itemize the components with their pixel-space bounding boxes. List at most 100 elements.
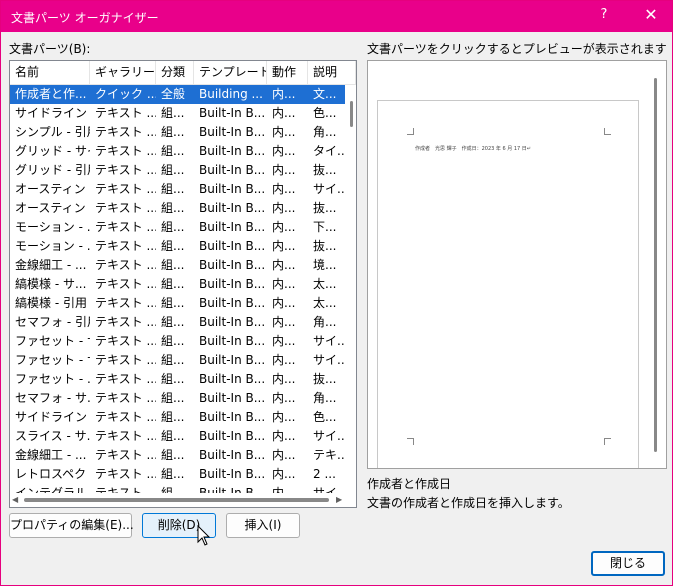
list-rows: 作成者と作... クイック ... 全般 Building ... 内... 文... サイ…	[10, 85, 345, 493]
list-row[interactable]: スライス - サ... テキスト ... 組... Built-In B... 内...…	[10, 427, 345, 446]
cell-name: レトロスペクト...	[15, 467, 90, 481]
cell-description: タイ...	[313, 144, 345, 158]
list-row[interactable]: レトロスペクト... テキスト ... 組... Built-In B... 内... 2…	[10, 465, 345, 484]
cell-behavior: 内...	[272, 467, 296, 481]
list-row[interactable]: セマフォ - サ... テキスト ... 組... Built-In B... 内...…	[10, 389, 345, 408]
cell-category: 組...	[161, 106, 185, 120]
list-row[interactable]: サイドライン -... テキスト ... 組... Built-In B... 内...…	[10, 104, 345, 123]
cell-category: 組...	[161, 201, 185, 215]
cell-category: 組...	[161, 315, 185, 329]
cell-gallery: テキスト ...	[95, 277, 156, 291]
list-row[interactable]: サイドライン -... テキスト ... 組... Built-In B... 内...…	[10, 408, 345, 427]
list-row[interactable]: ファセット - ... テキスト ... 組... Built-In B... 内...…	[10, 370, 345, 389]
cell-gallery: テキスト ...	[95, 467, 156, 481]
cell-category: 組...	[161, 486, 185, 493]
cell-gallery: テキスト ...	[95, 391, 156, 405]
column-header-template[interactable]: テンプレート	[194, 61, 267, 85]
list-header: 名前 ギャラリー 分類 テンプレート 動作 説明	[10, 61, 356, 85]
title-bar[interactable]: 文書パーツ オーガナイザー ? ✕	[1, 1, 672, 32]
close-icon[interactable]: ✕	[637, 5, 665, 27]
cell-gallery: テキスト ...	[95, 334, 156, 348]
list-row[interactable]: モーション - ... テキスト ... 組... Built-In B... 内...…	[10, 218, 345, 237]
cell-template: Built-In B...	[199, 448, 266, 462]
cell-description: 色...	[313, 410, 337, 424]
scroll-left-icon[interactable]: ◀	[12, 495, 18, 504]
cell-name: ファセット - サ...	[15, 334, 90, 348]
cell-category: 組...	[161, 410, 185, 424]
vertical-scroll-thumb[interactable]	[350, 101, 353, 127]
cell-template: Built-In B...	[199, 277, 266, 291]
cell-name: モーション - ...	[15, 220, 90, 234]
list-row[interactable]: 作成者と作... クイック ... 全般 Building ... 内... 文...	[10, 85, 345, 104]
column-header-behavior[interactable]: 動作	[267, 61, 308, 85]
cell-template: Built-In B...	[199, 163, 266, 177]
organizer-dialog: 文書パーツ オーガナイザー ? ✕ 文書パーツ(B): 文書パーツをクリックする…	[0, 0, 673, 586]
cell-gallery: テキスト ...	[95, 410, 156, 424]
cell-category: 組...	[161, 296, 185, 310]
cell-template: Built-In B...	[199, 353, 266, 367]
cell-category: 組...	[161, 144, 185, 158]
column-header-name[interactable]: 名前	[10, 61, 90, 85]
cell-template: Built-In B...	[199, 486, 266, 493]
cell-gallery: テキスト ...	[95, 239, 156, 253]
list-row[interactable]: ファセット - サ... テキスト ... 組... Built-In B... 内..…	[10, 351, 345, 370]
cell-description: 角...	[313, 391, 337, 405]
close-button[interactable]: 閉じる	[591, 551, 665, 576]
list-row[interactable]: 金線細工 - ... テキスト ... 組... Built-In B... 内... 境…	[10, 256, 345, 275]
scroll-right-icon[interactable]: ▶	[336, 495, 342, 504]
column-header-description[interactable]: 説明	[308, 61, 356, 85]
cell-behavior: 内...	[272, 201, 296, 215]
list-row[interactable]: ファセット - サ... テキスト ... 組... Built-In B... 内..…	[10, 332, 345, 351]
cell-category: 組...	[161, 258, 185, 272]
cell-category: 組...	[161, 163, 185, 177]
cell-name: セマフォ - 引用	[15, 315, 90, 329]
cell-behavior: 内...	[272, 277, 296, 291]
preview-scrollbar[interactable]	[654, 78, 657, 452]
list-row[interactable]: グリッド - 引用テキスト ... 組... Built-In B... 内... 抜.…	[10, 161, 345, 180]
cell-name: モーション - ...	[15, 239, 90, 253]
column-header-gallery[interactable]: ギャラリー	[90, 61, 156, 85]
list-row[interactable]: オースティン - ... テキスト ... 組... Built-In B... 内..…	[10, 180, 345, 199]
cell-behavior: 内...	[272, 163, 296, 177]
cell-behavior: 内...	[272, 182, 296, 196]
list-row[interactable]: シンプル - 引用テキスト ... 組... Built-In B... 内... 角.…	[10, 123, 345, 142]
cell-description: サイ...	[313, 182, 345, 196]
cell-name: 縞模様 - 引用	[15, 296, 87, 310]
cell-name: 金線細工 - ...	[15, 448, 87, 462]
list-row[interactable]: グリッド - サイ... テキスト ... 組... Built-In B... 内..…	[10, 142, 345, 161]
cell-name: サイドライン -...	[15, 410, 90, 424]
list-row[interactable]: オースティン - ... テキスト ... 組... Built-In B... 内..…	[10, 199, 345, 218]
crop-mark-top-left	[407, 128, 414, 135]
cell-template: Built-In B...	[199, 410, 266, 424]
column-header-category[interactable]: 分類	[156, 61, 194, 85]
list-row[interactable]: 金線細工 - ... テキスト ... 組... Built-In B... 内... テ…	[10, 446, 345, 465]
edit-properties-button[interactable]: プロパティの編集(E)...	[9, 513, 134, 538]
building-blocks-label: 文書パーツ(B):	[9, 42, 91, 56]
horizontal-scroll-thumb[interactable]	[24, 498, 329, 502]
list-row[interactable]: 縞模様 - 引用 テキスト ... 組... Built-In B... 内... 太..…	[10, 294, 345, 313]
crop-mark-bottom-right	[604, 438, 611, 445]
list-row[interactable]: セマフォ - 引用テキスト ... 組... Built-In B... 内... 角.…	[10, 313, 345, 332]
cell-name: 作成者と作...	[15, 87, 87, 101]
cell-description: サイ...	[313, 334, 345, 348]
cell-category: 組...	[161, 467, 185, 481]
list-row[interactable]: インテグラル ... テキスト ... 組... Built-In B... 内... サ…	[10, 484, 345, 493]
cell-behavior: 内...	[272, 258, 296, 272]
vertical-scrollbar[interactable]	[347, 85, 356, 493]
list-row[interactable]: モーション - ... テキスト ... 組... Built-In B... 内...…	[10, 237, 345, 256]
horizontal-scrollbar[interactable]: ◀ ▶	[10, 493, 356, 507]
cell-category: 組...	[161, 220, 185, 234]
cell-name: 縞模様 - サ...	[15, 277, 87, 291]
insert-button[interactable]: 挿入(I)	[226, 513, 300, 538]
part-description: 文書の作成者と作成日を挿入します。	[367, 496, 570, 510]
cell-name: シンプル - 引用	[15, 125, 90, 139]
list-row[interactable]: 縞模様 - サ... テキスト ... 組... Built-In B... 内... 太…	[10, 275, 345, 294]
cell-gallery: クイック ...	[95, 87, 156, 101]
cell-gallery: テキスト ...	[95, 315, 156, 329]
help-icon[interactable]: ?	[594, 7, 614, 27]
cell-gallery: テキスト ...	[95, 429, 156, 443]
cell-name: スライス - サ...	[15, 429, 90, 443]
building-blocks-list[interactable]: 名前 ギャラリー 分類 テンプレート 動作 説明 作成者と作... クイック ..…	[9, 60, 357, 508]
cell-description: 文...	[313, 87, 337, 101]
cell-template: Built-In B...	[199, 258, 266, 272]
